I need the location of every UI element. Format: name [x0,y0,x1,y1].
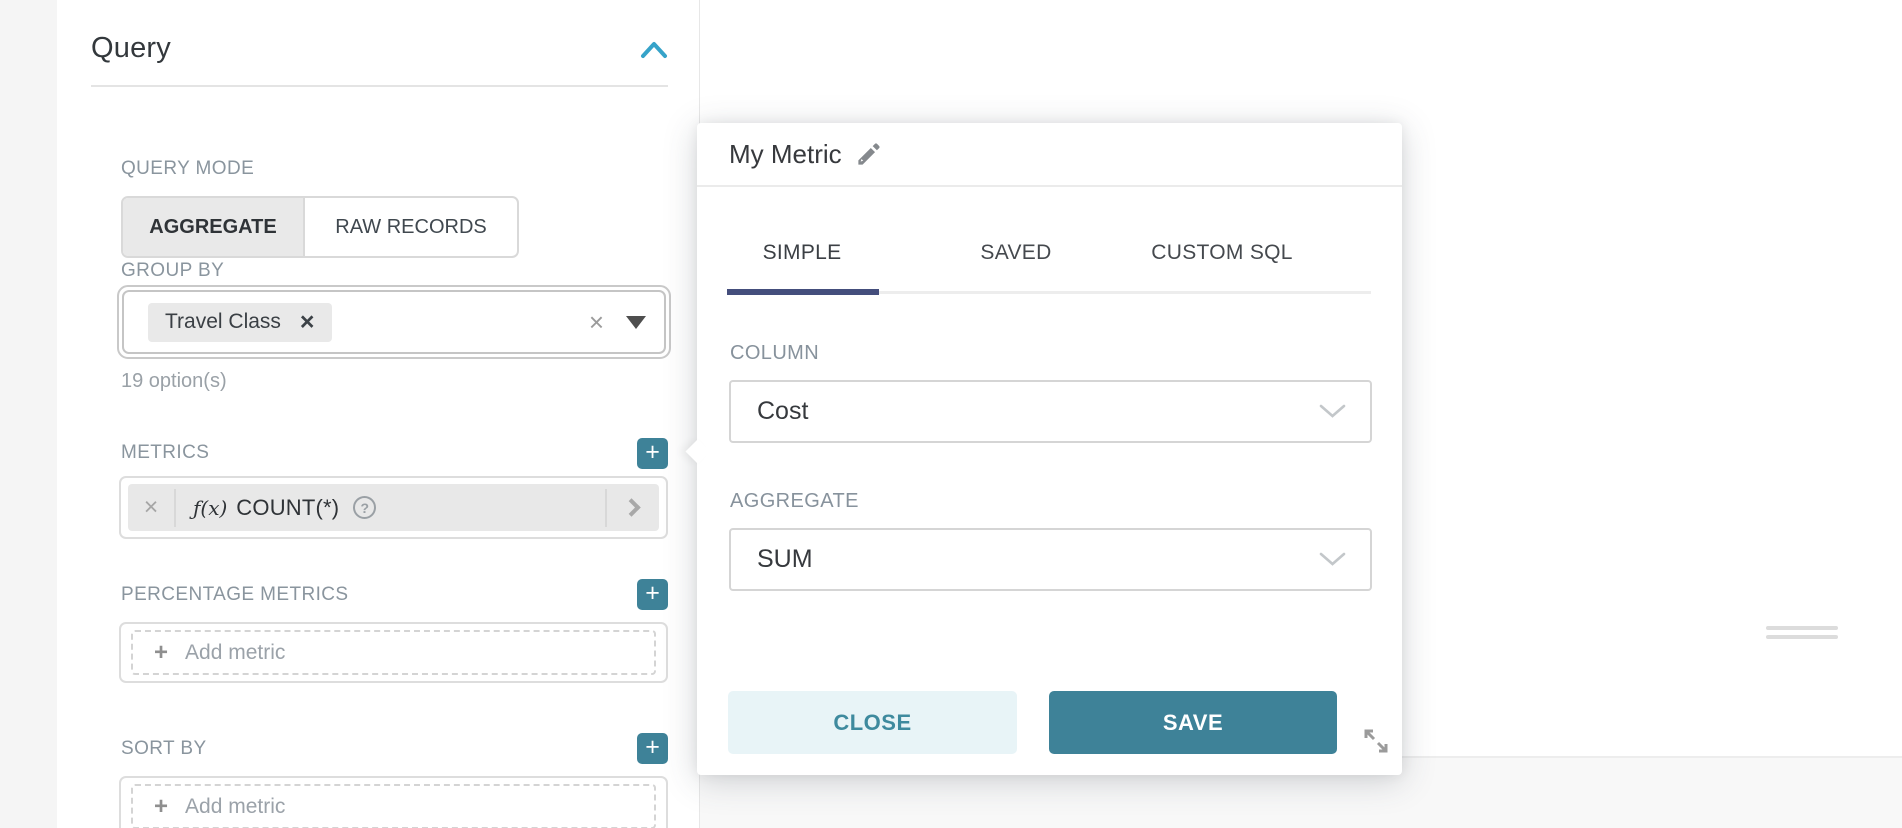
query-section-title: Query [91,32,171,65]
group-by-select[interactable]: Travel Class × × [117,285,671,359]
plus-icon: + [154,793,168,821]
add-sort-button[interactable]: + [637,733,668,764]
tag-remove-icon[interactable]: × [300,310,315,335]
drag-handle[interactable] [1766,626,1838,644]
metrics-container: × ƒ(x) COUNT(*) ? [119,476,668,539]
left-gutter [0,0,57,828]
plus-icon: + [154,639,168,667]
add-metric-button[interactable]: + [637,438,668,469]
group-by-options-hint: 19 option(s) [121,370,227,393]
group-by-tag-label: Travel Class [165,310,281,334]
pill-separator [174,489,176,527]
query-mode-label: QUERY MODE [121,158,254,180]
aggregate-select[interactable]: SUM [729,528,1372,591]
chevron-down-icon [1319,552,1346,567]
group-by-tag[interactable]: Travel Class × [148,303,332,342]
tab-simple[interactable]: SIMPLE [763,241,842,265]
percentage-metrics-container: + Add metric [119,622,668,683]
collapse-section-button[interactable] [640,38,668,62]
column-value: Cost [757,397,808,426]
sort-by-dropzone[interactable]: + Add metric [131,784,656,828]
column-select[interactable]: Cost [729,380,1372,443]
metrics-label: METRICS [121,442,209,464]
tab-custom-sql[interactable]: CUSTOM SQL [1151,241,1292,265]
drag-handle-bar [1766,635,1838,639]
metric-edit-popover: My Metric SIMPLE SAVED CUSTOM SQL COLUMN… [697,123,1402,775]
tab-saved[interactable]: SAVED [980,241,1051,265]
metric-title: My Metric [729,139,842,170]
chevron-right-icon [622,498,640,516]
add-metric-placeholder: Add metric [185,641,285,665]
drag-handle-bar [1766,626,1838,630]
query-mode-aggregate[interactable]: AGGREGATE [123,198,305,256]
dropdown-caret-icon[interactable] [626,316,646,329]
aggregate-value: SUM [757,545,813,574]
resize-icon [1361,726,1391,756]
resize-handle[interactable] [1361,726,1391,756]
group-by-label: GROUP BY [121,260,224,282]
column-label: COLUMN [730,342,819,365]
add-metric-placeholder: Add metric [185,795,285,819]
function-icon: ƒ(x) [193,496,227,520]
metric-expand-button[interactable] [607,501,659,514]
metric-name: COUNT(*) [236,495,339,521]
add-percentage-metric-button[interactable]: + [637,579,668,610]
query-panel: Query QUERY MODE AGGREGATE RAW RECORDS G… [57,0,699,828]
group-by-select-inner[interactable]: Travel Class × × [122,290,666,354]
chevron-up-icon [640,38,668,62]
percentage-metrics-label: PERCENTAGE METRICS [121,584,348,606]
clear-all-icon[interactable]: × [589,309,604,335]
metric-item[interactable]: × ƒ(x) COUNT(*) ? [128,484,659,531]
close-button[interactable]: CLOSE [728,691,1017,754]
help-icon[interactable]: ? [353,496,376,519]
pencil-icon [855,141,882,168]
section-divider [91,85,668,87]
popover-header: My Metric [729,139,882,170]
chevron-down-icon [1319,404,1346,419]
metric-remove-icon[interactable]: × [128,493,174,522]
sort-by-container: + Add metric [119,776,668,828]
sort-by-label: SORT BY [121,738,207,760]
popover-header-divider [697,185,1402,187]
edit-title-button[interactable] [855,141,882,168]
percentage-metrics-dropzone[interactable]: + Add metric [131,630,656,675]
aggregate-label: AGGREGATE [730,490,859,513]
save-button[interactable]: SAVE [1049,691,1337,754]
active-tab-underline [727,289,879,295]
query-mode-raw-records[interactable]: RAW RECORDS [305,198,517,256]
query-mode-toggle: AGGREGATE RAW RECORDS [121,196,519,258]
